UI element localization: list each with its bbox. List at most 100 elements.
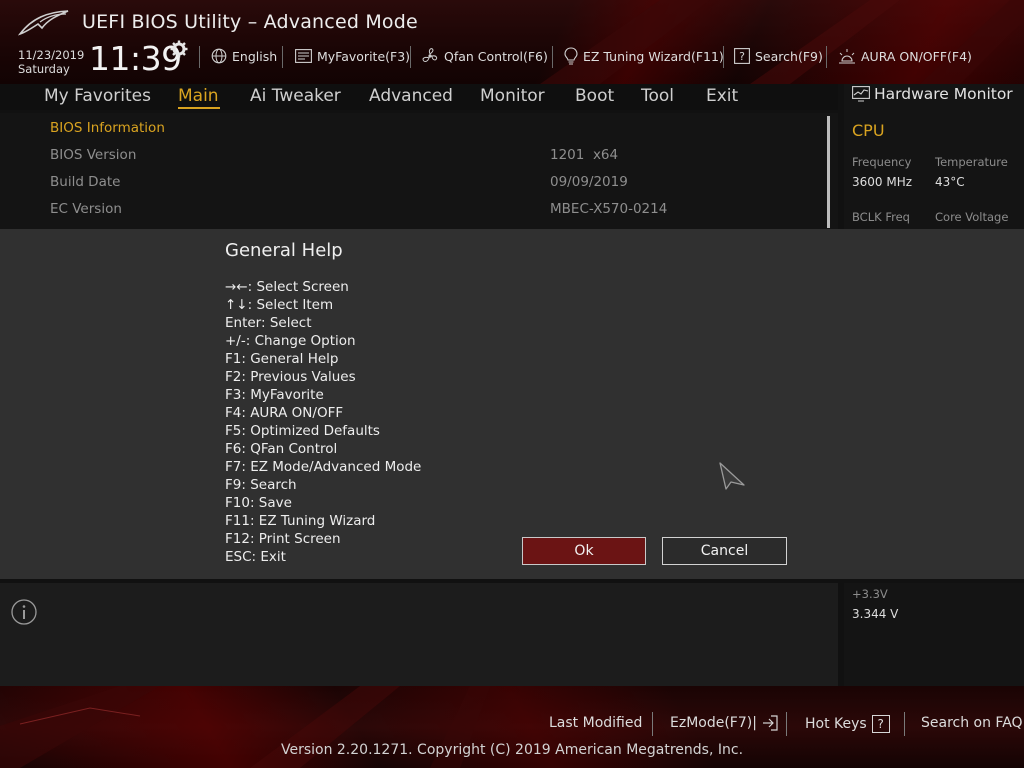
help-item: ESC: Exit — [225, 549, 286, 565]
help-item: F7: EZ Mode/Advanced Mode — [225, 459, 422, 475]
monitor-chart-icon — [852, 86, 870, 102]
tab-exit[interactable]: Exit — [706, 86, 738, 106]
help-item: F12: Print Screen — [225, 531, 341, 547]
ez-mode-button[interactable]: EzMode(F7)| — [670, 715, 778, 731]
my-favorite-button[interactable]: MyFavorite(F3) — [295, 46, 410, 66]
qfan-label: Qfan Control(F6) — [444, 48, 548, 64]
tab-ai-tweaker[interactable]: Ai Tweaker — [250, 86, 341, 106]
help-item: F9: Search — [225, 477, 297, 493]
v33-label: +3.3V — [852, 587, 888, 601]
tab-advanced[interactable]: Advanced — [369, 86, 453, 106]
last-modified-button[interactable]: Last Modified — [549, 715, 642, 731]
tab-tool[interactable]: Tool — [641, 86, 674, 106]
toolbar-divider — [199, 46, 200, 68]
aura-label: AURA ON/OFF(F4) — [861, 48, 972, 64]
core-voltage-label: Core Voltage — [935, 210, 1009, 224]
hardware-monitor-title: Hardware Monitor — [874, 85, 1013, 103]
date-display: 11/23/2019 Saturday — [18, 48, 84, 76]
content-scrollbar[interactable] — [827, 116, 830, 228]
help-item: F3: MyFavorite — [225, 387, 324, 403]
help-item: →←: Select Screen — [225, 279, 349, 295]
rog-logo-icon — [18, 10, 69, 36]
help-item: F11: EZ Tuning Wizard — [225, 513, 376, 529]
search-button[interactable]: ? Search(F9) — [734, 46, 823, 66]
toolbar-divider — [410, 46, 411, 68]
svg-text:?: ? — [739, 50, 745, 63]
ez-mode-label: EzMode(F7)| — [670, 715, 757, 731]
build-date-value: 09/09/2019 — [550, 174, 628, 190]
language-button[interactable]: English — [211, 46, 277, 66]
fan-icon — [422, 48, 438, 62]
bclk-freq-label: BCLK Freq — [852, 210, 910, 224]
header-decoration — [540, 0, 1024, 84]
build-date-row[interactable]: Build Date 09/09/2019 — [0, 169, 826, 195]
qfan-control-button[interactable]: Qfan Control(F6) — [421, 46, 548, 66]
help-item: F6: QFan Control — [225, 441, 338, 457]
search-label: Search(F9) — [755, 48, 823, 64]
bios-information-section: BIOS Information — [0, 115, 826, 141]
tab-monitor[interactable]: Monitor — [480, 86, 545, 106]
copyright-text: Version 2.20.1271. Copyright (C) 2019 Am… — [280, 742, 744, 758]
ez-tuning-wizard-button[interactable]: EZ Tuning Wizard(F11) — [564, 46, 724, 66]
main-content-panel: BIOS Information BIOS Version 1201 x64 B… — [0, 113, 838, 229]
help-item: F5: Optimized Defaults — [225, 423, 380, 439]
tab-my-favorites[interactable]: My Favorites — [44, 86, 151, 106]
aura-light-icon — [839, 49, 855, 64]
dialog-title: General Help — [225, 240, 343, 261]
temperature-value: 43°C — [935, 175, 965, 189]
exit-to-ez-mode-icon — [762, 715, 778, 731]
frequency-value: 3600 MHz — [852, 175, 913, 189]
help-item: F4: AURA ON/OFF — [225, 405, 344, 421]
lightbulb-icon — [564, 47, 578, 65]
day-text: Saturday — [18, 62, 70, 76]
ec-version-row[interactable]: EC Version MBEC-X570-0214 — [0, 196, 826, 222]
frequency-label: Frequency — [852, 155, 912, 169]
help-item: F2: Previous Values — [225, 369, 356, 385]
help-search-icon: ? — [734, 48, 750, 64]
ez-tuning-label: EZ Tuning Wizard(F11) — [583, 48, 724, 64]
language-label: English — [232, 48, 278, 64]
bios-version-label: BIOS Version — [50, 147, 137, 163]
help-item: F1: General Help — [225, 351, 339, 367]
ec-version-label: EC Version — [50, 201, 122, 217]
help-keys-list: →←: Select Screen ↑↓: Select Item Enter:… — [225, 278, 421, 566]
item-description-panel — [0, 583, 838, 686]
footer-divider — [652, 712, 653, 736]
last-modified-label: Last Modified — [549, 715, 643, 731]
temperature-label: Temperature — [935, 155, 1008, 169]
aura-toggle-button[interactable]: AURA ON/OFF(F4) — [838, 46, 972, 66]
footer-divider — [904, 712, 905, 736]
help-item: Enter: Select — [225, 315, 312, 331]
ok-button[interactable]: Ok — [522, 537, 646, 565]
help-item: ↑↓: Select Item — [225, 297, 334, 313]
globe-icon — [211, 48, 227, 64]
help-item: F10: Save — [225, 495, 292, 511]
bios-version-value: 1201 x64 — [550, 147, 619, 163]
footer-divider — [786, 712, 787, 736]
ec-version-value: MBEC-X570-0214 — [550, 201, 668, 217]
hardware-monitor-header: Hardware Monitor — [852, 85, 1013, 103]
toolbar-divider — [723, 46, 724, 68]
cpu-section-title: CPU — [852, 121, 885, 140]
active-tab-indicator — [178, 107, 220, 109]
hot-keys-button[interactable]: Hot Keys ? — [805, 715, 890, 733]
clock-settings-gear-icon[interactable] — [170, 40, 188, 58]
hot-keys-label: Hot Keys — [805, 716, 867, 732]
date-text: 11/23/2019 — [18, 48, 85, 62]
favorite-list-icon — [295, 49, 312, 63]
v33-value: 3.344 V — [852, 607, 899, 621]
my-favorite-label: MyFavorite(F3) — [317, 48, 411, 64]
info-icon — [11, 599, 37, 625]
section-title: BIOS Information — [50, 120, 165, 136]
tab-boot[interactable]: Boot — [575, 86, 614, 106]
clock-display: 11:39 — [89, 39, 182, 78]
help-item: +/-: Change Option — [225, 333, 356, 349]
help-box-icon: ? — [871, 715, 890, 733]
toolbar-divider — [826, 46, 827, 68]
bios-version-row[interactable]: BIOS Version 1201 x64 — [0, 142, 826, 168]
cancel-button[interactable]: Cancel — [662, 537, 787, 565]
search-on-faq-label: Search on FAQ — [921, 715, 1023, 731]
search-on-faq-button[interactable]: Search on FAQ — [921, 715, 1023, 731]
app-title: UEFI BIOS Utility – Advanced Mode — [82, 11, 418, 33]
tab-main[interactable]: Main — [178, 86, 219, 106]
